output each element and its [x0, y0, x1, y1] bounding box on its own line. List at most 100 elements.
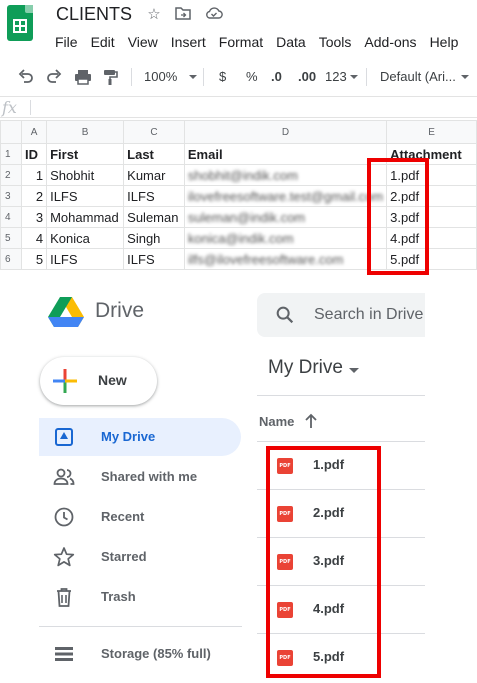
- drive-window: Drive Search in Drive New My Drive Share: [0, 287, 477, 683]
- attachment-highlight-box: [367, 158, 429, 275]
- page-title[interactable]: My Drive: [268, 357, 343, 379]
- menu-file[interactable]: File: [55, 32, 78, 52]
- cell[interactable]: 2: [20, 185, 48, 207]
- cell[interactable]: 4: [20, 227, 48, 249]
- cell[interactable]: Kumar: [123, 164, 185, 186]
- move-folder-icon[interactable]: [174, 6, 192, 24]
- cell[interactable]: Singh: [123, 227, 185, 249]
- formats-dropdown-icon[interactable]: [350, 75, 358, 79]
- row-header[interactable]: 5: [0, 227, 22, 249]
- sidebar-divider: [39, 626, 242, 627]
- cell[interactable]: ILFS: [46, 185, 125, 207]
- row-header[interactable]: 6: [0, 248, 22, 270]
- cell[interactable]: ILFS: [123, 248, 185, 270]
- cell-email-blurred[interactable]: ilfs@ilovefreesoftware.com: [183, 248, 388, 270]
- more-formats-button[interactable]: 123: [325, 68, 347, 86]
- cell[interactable]: ID: [20, 143, 48, 165]
- sidebar-item-trash[interactable]: Trash: [39, 578, 241, 616]
- select-all-corner[interactable]: [0, 120, 22, 144]
- column-header-name[interactable]: Name: [259, 414, 294, 429]
- sheets-logo[interactable]: [7, 5, 33, 41]
- paint-format-icon[interactable]: [102, 68, 118, 91]
- sheets-window: CLIENTS ☆ File Edit View Insert Format D…: [0, 0, 477, 287]
- sidebar-item-storage[interactable]: Storage (85% full): [39, 635, 241, 673]
- chevron-down-icon[interactable]: [349, 368, 359, 373]
- cell-email-blurred[interactable]: shobhit@indik.com: [183, 164, 388, 186]
- percent-format-button[interactable]: %: [246, 68, 258, 86]
- sidebar-item-label: Shared with me: [101, 469, 198, 484]
- cell[interactable]: First: [46, 143, 125, 165]
- menu-bar: File Edit View Insert Format Data Tools …: [55, 32, 471, 52]
- font-dropdown-icon[interactable]: [461, 75, 469, 79]
- column-header[interactable]: A: [20, 120, 48, 144]
- cell[interactable]: Konica: [46, 227, 125, 249]
- storage-label: Storage (85% full): [101, 646, 211, 661]
- sidebar-item-label: Trash: [101, 589, 136, 604]
- cell-email-blurred[interactable]: konica@indik.com: [183, 227, 388, 249]
- sort-arrow-up-icon[interactable]: [304, 413, 318, 429]
- menu-help[interactable]: Help: [430, 32, 459, 52]
- column-header[interactable]: B: [46, 120, 125, 144]
- cell[interactable]: Mohammad: [46, 206, 125, 228]
- new-button-label: New: [98, 372, 127, 388]
- row-header[interactable]: 4: [0, 206, 22, 228]
- row-header[interactable]: 1: [0, 143, 22, 165]
- column-header[interactable]: C: [123, 120, 185, 144]
- print-icon[interactable]: [74, 68, 92, 91]
- sidebar-item-shared[interactable]: Shared with me: [39, 458, 241, 496]
- document-title[interactable]: CLIENTS: [56, 4, 132, 25]
- menu-addons[interactable]: Add-ons: [364, 32, 416, 52]
- star-icon: [53, 547, 75, 567]
- decrease-decimal-button[interactable]: .0: [271, 68, 282, 86]
- cell-email-blurred[interactable]: ilovefreesoftware.test@gmail.com: [183, 185, 388, 207]
- files-highlight-box: [266, 446, 381, 678]
- drive-logo-icon[interactable]: [46, 295, 86, 331]
- sidebar-item-label: Recent: [101, 509, 145, 524]
- drive-app-name: Drive: [95, 299, 145, 322]
- star-icon[interactable]: ☆: [145, 6, 163, 24]
- undo-icon[interactable]: [17, 68, 35, 91]
- column-header[interactable]: D: [183, 120, 388, 144]
- main-divider: [257, 395, 425, 396]
- menu-insert[interactable]: Insert: [171, 32, 206, 52]
- search-bar[interactable]: Search in Drive: [257, 293, 425, 337]
- sidebar-item-recent[interactable]: Recent: [39, 498, 241, 536]
- cell[interactable]: 5: [20, 248, 48, 270]
- menu-view[interactable]: View: [128, 32, 158, 52]
- clock-icon: [54, 507, 74, 527]
- toolbar: 100% $ % .0 .00 123 Default (Ari...: [0, 62, 477, 92]
- sidebar-item-label: My Drive: [101, 429, 156, 444]
- currency-format-button[interactable]: $: [219, 68, 226, 86]
- sidebar-item-my-drive[interactable]: My Drive: [39, 418, 241, 456]
- menu-edit[interactable]: Edit: [91, 32, 115, 52]
- sidebar-item-label: Starred: [101, 549, 147, 564]
- search-input[interactable]: Search in Drive: [314, 306, 423, 324]
- cloud-saved-icon[interactable]: [205, 6, 223, 24]
- cell[interactable]: Shobhit: [46, 164, 125, 186]
- row-header[interactable]: 3: [0, 185, 22, 207]
- zoom-select[interactable]: 100%: [144, 68, 177, 86]
- sidebar-item-starred[interactable]: Starred: [39, 538, 241, 576]
- menu-data[interactable]: Data: [276, 32, 306, 52]
- increase-decimal-button[interactable]: .00: [298, 68, 316, 86]
- row-header[interactable]: 2: [0, 164, 22, 186]
- menu-format[interactable]: Format: [219, 32, 263, 52]
- cell[interactable]: 1: [20, 164, 48, 186]
- cell[interactable]: Last: [123, 143, 185, 165]
- zoom-dropdown-icon[interactable]: [189, 75, 197, 79]
- cell[interactable]: ILFS: [123, 185, 185, 207]
- cell[interactable]: 3: [20, 206, 48, 228]
- plus-icon: [53, 369, 77, 393]
- cell[interactable]: Suleman: [123, 206, 185, 228]
- redo-icon[interactable]: [45, 68, 63, 91]
- cell[interactable]: ILFS: [46, 248, 125, 270]
- new-button[interactable]: New: [40, 357, 157, 405]
- column-header[interactable]: E: [386, 120, 477, 144]
- formula-bar[interactable]: fx: [0, 96, 477, 118]
- font-family-select[interactable]: Default (Ari...: [380, 68, 456, 86]
- search-icon[interactable]: [274, 304, 296, 326]
- cell-email-blurred[interactable]: suleman@indik.com: [183, 206, 388, 228]
- trash-icon: [57, 588, 71, 607]
- menu-tools[interactable]: Tools: [319, 32, 352, 52]
- cell[interactable]: Email: [183, 143, 388, 165]
